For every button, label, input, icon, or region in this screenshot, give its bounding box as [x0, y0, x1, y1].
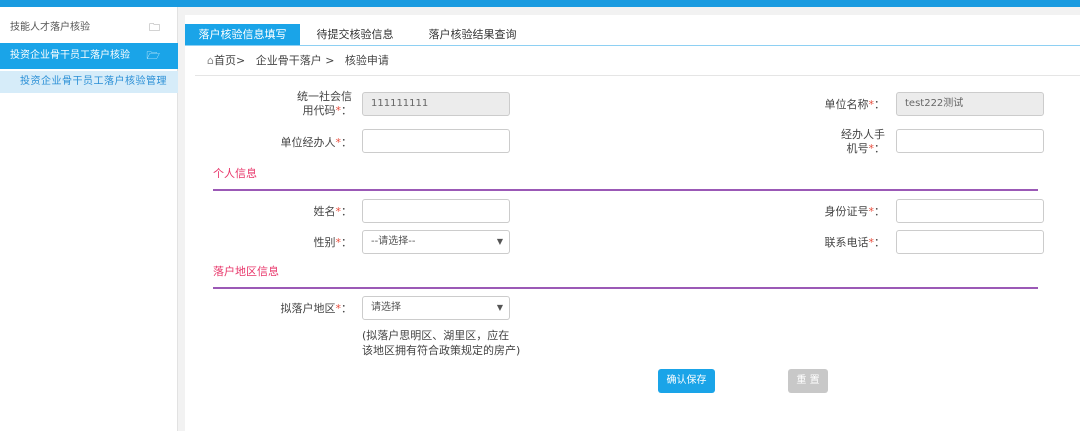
sidebar: 技能人才落户核验 🗀 投资企业骨干员工落户核验 🗁 投资企业骨干员工落户核验管理 — [0, 7, 178, 431]
section-region-title: 落户地区信息 — [213, 265, 279, 278]
id-number-label: 身份证号*： — [824, 205, 886, 218]
id-number-input[interactable] — [896, 199, 1044, 223]
company-name-label: 单位名称*： — [824, 98, 886, 111]
sidebar-item-label: 技能人才落户核验 — [10, 22, 90, 33]
breadcrumb-home[interactable]: 首页> — [214, 54, 245, 67]
sidebar-item-investment-staff[interactable]: 投资企业骨干员工落户核验 🗁 — [0, 43, 178, 69]
home-icon: ⌂ — [207, 54, 214, 67]
tab-result-query[interactable]: 落户核验结果查询 — [415, 24, 530, 45]
section-divider — [213, 287, 1038, 289]
section-divider — [213, 189, 1038, 191]
breadcrumb-level2: 核验申请 — [344, 54, 389, 67]
handler-phone-input[interactable] — [896, 129, 1044, 153]
gender-label: 性别*： — [313, 236, 353, 249]
divider — [195, 75, 1080, 76]
top-bar — [0, 0, 1080, 7]
credit-code-input[interactable]: 111111111 — [362, 92, 510, 116]
breadcrumb-level1[interactable]: 企业骨干落户 > — [256, 54, 335, 67]
sidebar-item-label: 投资企业骨干员工落户核验 — [10, 50, 130, 61]
save-button[interactable]: 确认保存 — [658, 369, 715, 393]
section-personal-title: 个人信息 — [213, 167, 257, 180]
handler-label: 单位经办人*： — [280, 136, 353, 149]
sidebar-subitem-management[interactable]: 投资企业骨干员工落户核验管理 — [0, 71, 178, 93]
folder-icon: 🗀 — [149, 21, 160, 34]
region-note: (拟落户思明区、湖里区，应在 该地区拥有符合政策规定的房产) — [362, 329, 521, 357]
dropdown-arrow-icon: ▼ — [496, 303, 503, 312]
credit-code-label: 统一社会信 用代码*： — [297, 90, 352, 117]
dropdown-arrow-icon: ▼ — [496, 237, 503, 246]
tab-fill-info[interactable]: 落户核验信息填写 — [185, 24, 300, 45]
region-select[interactable]: 请选择 ▼ — [362, 296, 510, 320]
phone-label: 联系电话*： — [824, 236, 886, 249]
name-input[interactable] — [362, 199, 510, 223]
main-panel: 落户核验信息填写 待提交核验信息 落户核验结果查询 ⌂首页> 企业骨干落户 > … — [185, 15, 1080, 431]
tab-pending-submit[interactable]: 待提交核验信息 — [305, 24, 405, 45]
sidebar-item-skilled-talent[interactable]: 技能人才落户核验 🗀 — [0, 15, 178, 41]
tab-bar: 落户核验信息填写 待提交核验信息 落户核验结果查询 — [185, 24, 1080, 46]
breadcrumb: ⌂首页> 企业骨干落户 > 核验申请 — [207, 52, 389, 68]
reset-button[interactable]: 重 置 — [788, 369, 828, 393]
folder-open-icon: 🗁 — [146, 49, 160, 62]
gender-select[interactable]: --请选择-- ▼ — [362, 230, 510, 254]
name-label: 姓名*： — [313, 205, 353, 218]
region-label: 拟落户地区*： — [280, 302, 353, 315]
handler-input[interactable] — [362, 129, 510, 153]
phone-input[interactable] — [896, 230, 1044, 254]
handler-phone-label: 经办人手 机号*： — [841, 128, 885, 155]
company-name-input[interactable]: test222测试 — [896, 92, 1044, 116]
